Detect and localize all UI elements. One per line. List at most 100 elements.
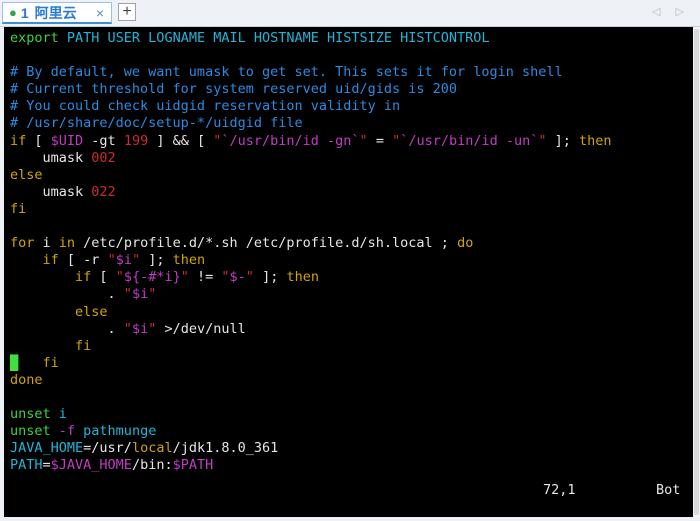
code-token: " [180, 269, 189, 286]
code-token: $PATH [172, 457, 214, 474]
code-line: else [10, 167, 612, 184]
code-token: $JAVA_HOME [50, 457, 132, 474]
code-token: " [359, 132, 368, 149]
tab-scroll-arrows-icon[interactable]: ◁ ▷ [652, 5, 690, 18]
code-token: /jdk1.8.0_361 [172, 440, 279, 457]
close-tab-icon[interactable]: × [96, 5, 104, 21]
tab-title: 阿里云 [34, 4, 77, 21]
code-token: -f [58, 423, 84, 440]
new-tab-button[interactable]: + [118, 3, 136, 21]
code-token: then [286, 269, 319, 286]
code-token: for [10, 235, 35, 252]
code-token: then [579, 132, 612, 149]
code-token: do [457, 235, 474, 252]
code-token: if [75, 269, 92, 286]
code-token: $- [229, 269, 246, 286]
code-token: # You could check uidgid reservation val… [10, 98, 401, 115]
code-token: 199 [123, 132, 149, 149]
code-token: ]; [140, 252, 173, 269]
code-token: if [10, 132, 27, 149]
code-token: done [10, 371, 43, 388]
code-line: if [ "${-#*i}" != "$-" ]; then [10, 269, 612, 286]
code-token: export [10, 30, 67, 46]
code-token: else [10, 166, 43, 183]
tab-index: 1 [20, 4, 29, 21]
code-token: if [42, 252, 59, 269]
text-cursor: █ [10, 354, 19, 371]
code-token: fi [10, 200, 27, 217]
code-token: i [34, 235, 59, 252]
code-token: then [172, 252, 206, 269]
code-token: " [392, 132, 401, 149]
code-line: █ fi [10, 354, 612, 372]
code-token: /bin: [131, 457, 173, 474]
code-line: fi [10, 201, 612, 218]
code-token: =/usr/ [83, 440, 132, 457]
code-token: . [10, 286, 124, 303]
code-token: `/usr/bin/id -gn` [221, 132, 360, 149]
code-line: . "$i" >/dev/null [10, 321, 612, 338]
code-token: [ [91, 269, 116, 286]
code-token: 022 [91, 183, 116, 200]
tab-bar: ● 1 阿里云 × + ◁ ▷ [0, 0, 700, 27]
code-token: PATH [10, 457, 43, 474]
code-line: # Current threshold for system reserved … [10, 81, 612, 98]
code-line: unset i [10, 406, 612, 423]
scrollbar-thumb[interactable] [694, 29, 699, 515]
code-line: done [10, 372, 612, 389]
code-line: umask 002 [10, 150, 612, 167]
code-line: if [ -r "$i" ]; then [10, 252, 612, 269]
code-line: # /usr/share/doc/setup-*/uidgid file [10, 115, 612, 132]
code-token: umask [10, 183, 92, 200]
code-token: ${-#*i} [123, 269, 181, 286]
code-token: # By default, we want umask to get set. … [10, 64, 563, 81]
code-token: = [367, 132, 393, 149]
code-token: " [123, 320, 132, 337]
code-line: for i in /etc/profile.d/*.sh /etc/profil… [10, 235, 612, 252]
code-token: " [245, 269, 254, 286]
code-token: else [75, 303, 108, 320]
terminal-view[interactable]: export PATH USER LOGNAME MAIL HOSTNAME H… [4, 27, 693, 517]
code-token: " [131, 252, 141, 269]
code-line: fi [10, 338, 612, 355]
code-token: 002 [91, 149, 116, 166]
vertical-scrollbar[interactable] [693, 27, 700, 517]
code-token: umask [10, 149, 92, 166]
code-token: " [123, 286, 132, 303]
code-token: " [148, 286, 157, 303]
code-token: " [221, 269, 230, 286]
code-line: umask 022 [10, 184, 612, 201]
code-token: unset [10, 406, 59, 423]
code-line: PATH=$JAVA_HOME/bin:$PATH [10, 457, 612, 474]
code-token: local [131, 440, 173, 457]
code-line: # By default, we want umask to get set. … [10, 64, 612, 81]
code-token: # /usr/share/doc/setup-*/uidgid file [10, 115, 303, 132]
code-token: ] && [ [148, 132, 214, 149]
code-line: JAVA_HOME=/usr/local/jdk1.8.0_361 [10, 440, 612, 457]
code-token: PATH USER LOGNAME MAIL HOSTNAME HISTSIZE… [66, 30, 490, 46]
code-token: fi [75, 337, 92, 354]
code-token: != [188, 269, 222, 286]
scroll-position: Bot [656, 482, 681, 498]
code-token: " [538, 132, 547, 149]
code-token: unset [10, 423, 59, 440]
code-line: unset -f pathmunge [10, 423, 612, 440]
code-token: in [58, 235, 76, 252]
code-token: JAVA_HOME [10, 440, 84, 457]
status-dot-icon: ● [9, 5, 17, 20]
code-token: fi [42, 354, 59, 371]
code-token: = [42, 457, 51, 474]
code-line: export PATH USER LOGNAME MAIL HOSTNAME H… [10, 30, 612, 47]
code-token: # Current threshold for system reserved … [10, 81, 458, 98]
code-token: " [107, 252, 116, 269]
code-token: $i [131, 320, 149, 337]
session-tab[interactable]: ● 1 阿里云 × [2, 2, 112, 24]
code-line: else [10, 304, 612, 321]
